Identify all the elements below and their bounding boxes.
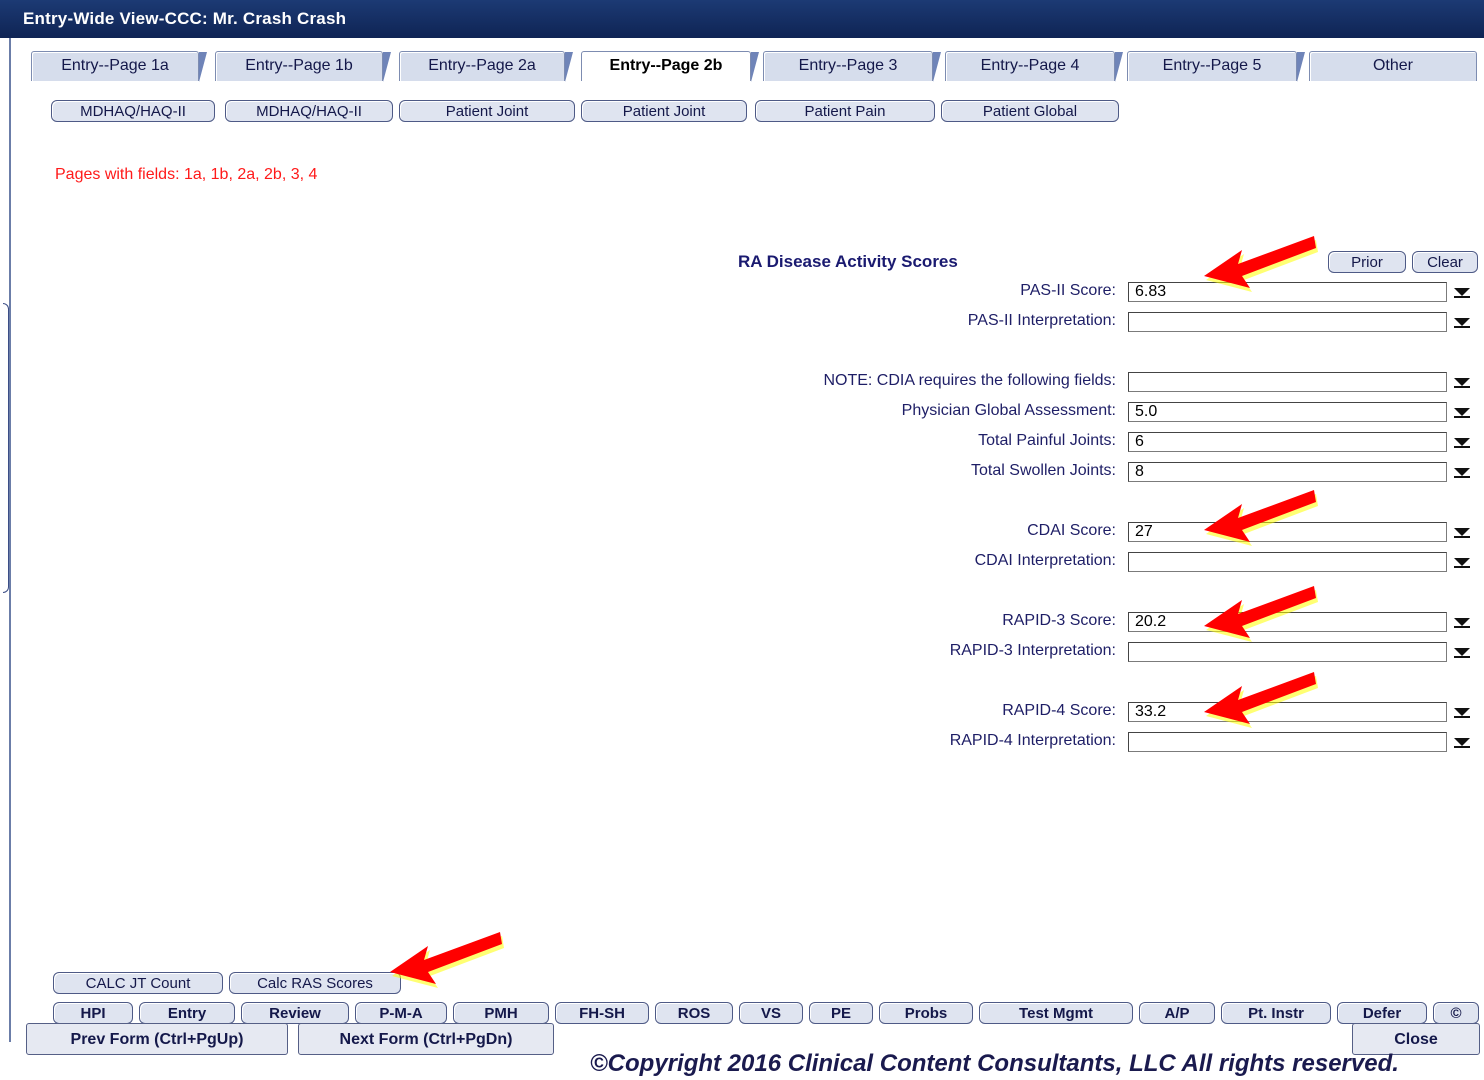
prev-form-button[interactable]: Prev Form (Ctrl+PgUp) <box>26 1023 288 1055</box>
tab-entry-page-1b[interactable]: Entry--Page 1b <box>215 51 391 82</box>
tab-label: Entry--Page 5 <box>1162 57 1262 74</box>
tab-entry-page-1a[interactable]: Entry--Page 1a <box>31 51 207 82</box>
rapid-3-score-label: RAPID-3 Score: <box>1002 612 1116 629</box>
tab-entry-page-3[interactable]: Entry--Page 3 <box>763 51 941 82</box>
tab-label: Entry--Page 2b <box>609 57 723 74</box>
tab-entry-page-2b[interactable]: Entry--Page 2b <box>581 51 759 82</box>
ra-scores-title: RA Disease Activity Scores <box>738 252 958 271</box>
nav-pmh-button[interactable]: PMH <box>453 1002 549 1024</box>
rapid-4-interpretation-field[interactable] <box>1128 732 1447 752</box>
rapid-4-score-field[interactable]: 33.2 <box>1128 702 1447 722</box>
tab-label: Entry--Page 4 <box>980 57 1080 74</box>
pas-ii-interpretation-dropdown-icon[interactable] <box>1448 312 1476 332</box>
rapid-4-interpretation-label: RAPID-4 Interpretation: <box>949 732 1116 749</box>
cdai-interpretation-dropdown-icon[interactable] <box>1448 552 1476 572</box>
rapid-3-interpretation-label: RAPID-3 Interpretation: <box>949 642 1116 659</box>
tab-label: Other <box>1372 57 1413 74</box>
rapid-4-interpretation-dropdown-icon[interactable] <box>1448 732 1476 752</box>
cdai-score-dropdown-icon[interactable] <box>1448 522 1476 542</box>
nav-probs-button[interactable]: Probs <box>879 1002 973 1024</box>
tab-label: Entry--Page 1a <box>61 57 169 74</box>
patient-global-button[interactable]: Patient Global <box>941 100 1119 122</box>
physician-global-field[interactable]: 5.0 <box>1128 402 1447 422</box>
calc-ras-scores-button[interactable]: Calc RAS Scores <box>229 972 401 994</box>
cdai-score-label: CDAI Score: <box>1027 522 1116 539</box>
nav-hpi-button[interactable]: HPI <box>53 1002 133 1024</box>
patient-joint-button-2[interactable]: Patient Joint <box>581 100 747 122</box>
pas-ii-interpretation-field[interactable] <box>1128 312 1447 332</box>
cdia-note-label: NOTE: CDIA requires the following fields… <box>823 372 1116 389</box>
nav-test-mgmt-button[interactable]: Test Mgmt <box>979 1002 1133 1024</box>
nav-ros-button[interactable]: ROS <box>655 1002 733 1024</box>
mdhaq-haq-ii-button-2[interactable]: MDHAQ/HAQ-II <box>225 100 393 122</box>
total-swollen-joints-field[interactable]: 8 <box>1128 462 1447 482</box>
tab-label: Entry--Page 3 <box>798 57 898 74</box>
physician-global-dropdown-icon[interactable] <box>1448 402 1476 422</box>
tab-entry-page-2a[interactable]: Entry--Page 2a <box>399 51 573 82</box>
nav-pt-instr-button[interactable]: Pt. Instr <box>1221 1002 1331 1024</box>
window-title: Entry-Wide View-CCC: Mr. Crash Crash <box>0 0 1484 38</box>
total-swollen-joints-label: Total Swollen Joints: <box>971 462 1116 479</box>
prior-button[interactable]: Prior <box>1328 251 1406 273</box>
total-painful-joints-field[interactable]: 6 <box>1128 432 1447 452</box>
nav-fh-sh-button[interactable]: FH-SH <box>555 1002 649 1024</box>
nav-defer-button[interactable]: Defer <box>1337 1002 1427 1024</box>
next-form-button[interactable]: Next Form (Ctrl+PgDn) <box>298 1023 554 1055</box>
rapid-4-score-label: RAPID-4 Score: <box>1002 702 1116 719</box>
clear-button[interactable]: Clear <box>1412 251 1478 273</box>
cdai-interpretation-label: CDAI Interpretation: <box>974 552 1116 569</box>
nav-copyright-button[interactable]: © <box>1433 1002 1479 1024</box>
patient-joint-button-1[interactable]: Patient Joint <box>399 100 575 122</box>
cdia-note-dropdown-icon[interactable] <box>1448 372 1476 392</box>
rapid-3-score-field[interactable]: 20.2 <box>1128 612 1447 632</box>
rapid-3-interpretation-dropdown-icon[interactable] <box>1448 642 1476 662</box>
tab-label: Entry--Page 1b <box>245 57 353 74</box>
total-swollen-joints-dropdown-icon[interactable] <box>1448 462 1476 482</box>
nav-vs-button[interactable]: VS <box>739 1002 803 1024</box>
mdhaq-haq-ii-button-1[interactable]: MDHAQ/HAQ-II <box>51 100 215 122</box>
pas-ii-interpretation-label: PAS-II Interpretation: <box>967 312 1116 329</box>
total-painful-joints-dropdown-icon[interactable] <box>1448 432 1476 452</box>
physician-global-label: Physician Global Assessment: <box>901 402 1116 419</box>
tab-entry-page-4[interactable]: Entry--Page 4 <box>945 51 1123 82</box>
pas-ii-score-label: PAS-II Score: <box>1020 282 1116 299</box>
tab-other[interactable]: Other <box>1309 51 1477 81</box>
tab-label: Entry--Page 2a <box>428 57 536 74</box>
cdia-note-field[interactable] <box>1128 372 1447 392</box>
side-frame <box>3 303 9 593</box>
rapid-4-score-dropdown-icon[interactable] <box>1448 702 1476 722</box>
tab-entry-page-5[interactable]: Entry--Page 5 <box>1127 51 1305 82</box>
pas-ii-score-dropdown-icon[interactable] <box>1448 282 1476 302</box>
nav-pma-button[interactable]: P-M-A <box>355 1002 447 1024</box>
nav-pe-button[interactable]: PE <box>809 1002 873 1024</box>
nav-ap-button[interactable]: A/P <box>1139 1002 1215 1024</box>
pages-with-fields-note: Pages with fields: 1a, 1b, 2a, 2b, 3, 4 <box>55 166 318 183</box>
patient-pain-button[interactable]: Patient Pain <box>755 100 935 122</box>
total-painful-joints-label: Total Painful Joints: <box>978 432 1116 449</box>
cdai-interpretation-field[interactable] <box>1128 552 1447 572</box>
nav-entry-button[interactable]: Entry <box>139 1002 235 1024</box>
rapid-3-score-dropdown-icon[interactable] <box>1448 612 1476 632</box>
pas-ii-score-field[interactable]: 6.83 <box>1128 282 1447 302</box>
nav-review-button[interactable]: Review <box>241 1002 349 1024</box>
entry-window: Entry--Page 1a Entry--Page 1b Entry--Pag… <box>3 38 1484 1042</box>
copyright-notice: ©Copyright 2016 Clinical Content Consult… <box>590 1050 1399 1077</box>
calc-jt-count-button[interactable]: CALC JT Count <box>53 972 223 994</box>
cdai-score-field[interactable]: 27 <box>1128 522 1447 542</box>
rapid-3-interpretation-field[interactable] <box>1128 642 1447 662</box>
